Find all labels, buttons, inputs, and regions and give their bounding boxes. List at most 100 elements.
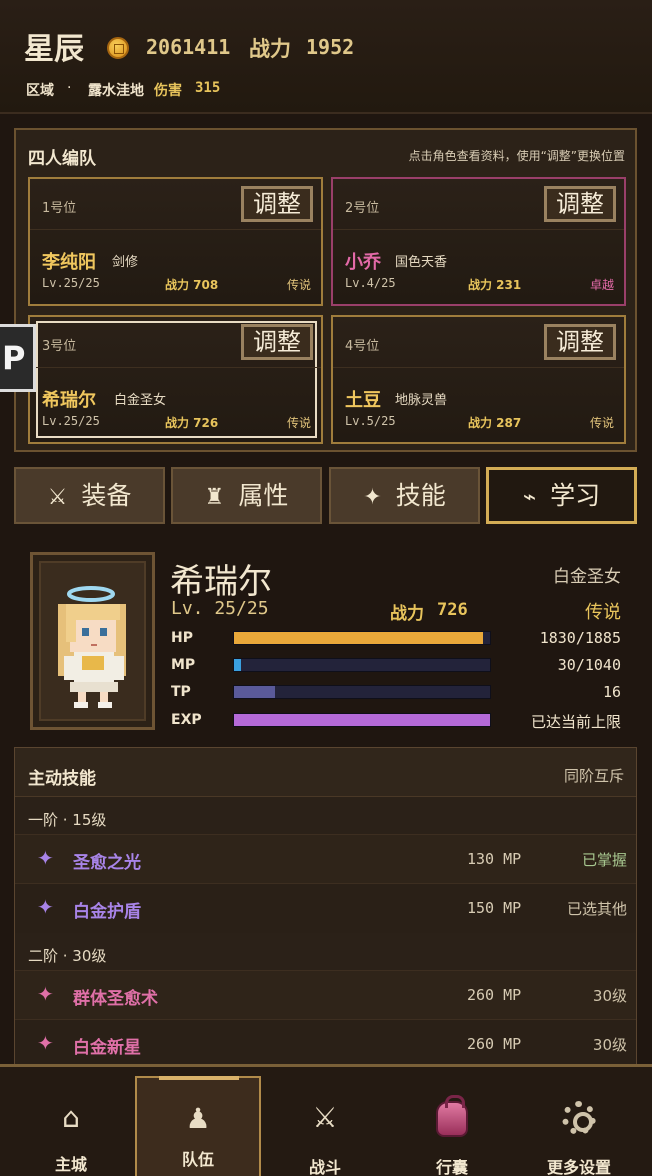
hero-level: Lv.25/25 <box>42 276 100 290</box>
hp-bar-fill <box>234 632 483 644</box>
hero-title: 地脉灵兽 <box>395 393 448 408</box>
skills-header: 主动技能 同阶互斥 <box>15 748 636 797</box>
hero-detail-power-label: 战力 <box>390 604 424 624</box>
tab-label: 属性 <box>238 481 289 510</box>
mp-value: 30/1040 <box>557 656 621 674</box>
sparkle-icon: ✦ <box>363 485 382 510</box>
hero-level: Lv.5/25 <box>345 414 396 428</box>
mp-bar-fill <box>234 659 242 671</box>
mp-bar <box>233 658 491 672</box>
hero-rank: 卓越 <box>589 278 614 292</box>
hp-bar <box>233 631 491 645</box>
side-pull-tab[interactable]: P <box>0 324 36 392</box>
slot-position: 2号位 <box>345 201 380 216</box>
swords-icon: ⚔ <box>47 485 68 510</box>
slot-divider <box>30 229 321 230</box>
skill-row[interactable]: ✦ 圣愈之光 130 MP 已掌握 <box>15 834 636 884</box>
tab-attributes[interactable]: ♜ 属性 <box>171 467 322 524</box>
hero-level: Lv.25/25 <box>42 414 100 428</box>
hero-title: 剑修 <box>112 255 139 270</box>
skill-status: 已掌握 <box>581 851 627 869</box>
hero-name: 土豆 <box>345 390 381 411</box>
nav-team[interactable]: ♟ 队伍 <box>135 1076 261 1176</box>
skill-cost: 150 MP <box>467 899 522 917</box>
slot-position: 3号位 <box>42 339 77 354</box>
hero-power: 战力 231 <box>468 278 522 292</box>
nav-settings[interactable]: 更多设置 <box>516 1077 642 1176</box>
team-title: 四人编队 <box>28 149 96 169</box>
adjust-button[interactable]: 调整 <box>241 186 313 222</box>
skill-row[interactable]: ✦ 群体圣愈术 260 MP 30级 <box>15 970 636 1020</box>
hero-detail-class: 白金圣女 <box>553 567 621 587</box>
hero-title: 国色天香 <box>395 255 448 270</box>
adjust-button[interactable]: 调整 <box>544 324 616 360</box>
hero-rank: 传说 <box>589 416 614 430</box>
team-slot-1[interactable]: 1号位 调整 李纯阳 剑修 Lv.25/25 战力 708 传说 <box>28 177 323 306</box>
skill-name: 圣愈之光 <box>73 853 141 873</box>
slot-position: 4号位 <box>345 339 380 354</box>
slot-divider <box>30 367 321 368</box>
hero-power: 战力 287 <box>468 416 522 430</box>
team-panel: 四人编队 点击角色查看资料，使用“调整”更换位置 1号位 调整 李纯阳 剑修 L… <box>14 128 637 452</box>
region-separator: · <box>67 80 72 96</box>
tab-label: 学习 <box>550 481 601 510</box>
team-slot-2[interactable]: 2号位 调整 小乔 国色天香 Lv.4/25 战力 231 卓越 <box>331 177 626 306</box>
team-slot-3[interactable]: 3号位 调整 希瑞尔 白金圣女 Lv.25/25 战力 726 传说 <box>28 315 323 444</box>
bottom-nav: ⌂ 主城 ♟ 队伍 ⚔ 战斗 行囊 更多设置 <box>0 1064 652 1176</box>
sparkle-icon: ✦ <box>37 982 54 1006</box>
tier-header: 一阶 · 15级 <box>28 811 107 829</box>
tier-header: 二阶 · 30级 <box>28 947 107 965</box>
nav-label: 行囊 <box>435 1158 468 1176</box>
skill-name: 群体圣愈术 <box>73 989 158 1009</box>
nav-label: 战斗 <box>308 1158 341 1176</box>
rook-icon: ♜ <box>204 485 225 510</box>
nav-inventory[interactable]: 行囊 <box>389 1077 515 1176</box>
skill-row[interactable]: ✦ 白金护盾 150 MP 已选其他 <box>15 883 636 933</box>
hero-detail-level: Lv. 25/25 <box>171 598 269 619</box>
hero-power: 战力 726 <box>165 416 219 430</box>
tab-learn[interactable]: ⌁ 学习 <box>486 467 637 524</box>
skill-status: 30级 <box>592 1036 627 1054</box>
hero-title: 白金圣女 <box>114 393 167 408</box>
exp-value: 已达当前上限 <box>530 713 621 731</box>
region-label: 区域 <box>26 83 54 99</box>
adjust-button[interactable]: 调整 <box>241 324 313 360</box>
sparkle-icon: ✦ <box>37 846 54 870</box>
tab-equipment[interactable]: ⚔ 装备 <box>14 467 165 524</box>
exp-bar <box>233 713 491 727</box>
quill-icon: ⌁ <box>522 485 537 510</box>
slot-position: 1号位 <box>42 201 77 216</box>
nav-main-city[interactable]: ⌂ 主城 <box>8 1077 134 1176</box>
hero-name: 希瑞尔 <box>42 390 96 411</box>
hero-name: 小乔 <box>345 252 381 273</box>
active-skills-panel: 主动技能 同阶互斥 一阶 · 15级 ✦ 圣愈之光 130 MP 已掌握 ✦ 白… <box>14 747 637 1067</box>
tab-skills[interactable]: ✦ 技能 <box>329 467 480 524</box>
skills-title: 主动技能 <box>28 769 96 789</box>
damage-label: 伤害 <box>154 83 182 99</box>
hero-rank: 传说 <box>286 278 311 292</box>
player-name: 星辰 <box>24 32 84 67</box>
house-icon: ⌂ <box>62 1101 80 1134</box>
team-hint: 点击角色查看资料，使用“调整”更换位置 <box>408 149 625 163</box>
status-header: 星辰 2061411 战力 1952 区域 · 露水洼地 伤害 315 <box>0 0 652 114</box>
hero-portrait-frame <box>30 552 155 730</box>
hero-detail-name: 希瑞尔 <box>170 562 272 602</box>
skill-name: 白金新星 <box>73 1038 141 1058</box>
backpack-icon <box>436 1095 468 1137</box>
tab-label: 装备 <box>81 481 132 510</box>
skill-cost: 260 MP <box>467 1035 522 1053</box>
hero-rank: 传说 <box>286 416 311 430</box>
slot-divider <box>333 229 624 230</box>
pawn-icon: ♟ <box>185 1102 211 1135</box>
skill-row[interactable]: ✦ 白金新星 260 MP 30级 <box>15 1019 636 1066</box>
adjust-button[interactable]: 调整 <box>544 186 616 222</box>
hero-portrait <box>58 586 126 708</box>
sparkle-icon: ✦ <box>37 1031 54 1055</box>
power-value: 1952 <box>306 35 355 59</box>
slot-divider <box>333 367 624 368</box>
nav-battle[interactable]: ⚔ 战斗 <box>262 1077 388 1176</box>
team-slot-4[interactable]: 4号位 调整 土豆 地脉灵兽 Lv.5/25 战力 287 传说 <box>331 315 626 444</box>
tp-label: TP <box>171 684 191 700</box>
hero-detail-power-value: 726 <box>437 600 468 620</box>
sparkle-icon: ✦ <box>37 895 54 919</box>
